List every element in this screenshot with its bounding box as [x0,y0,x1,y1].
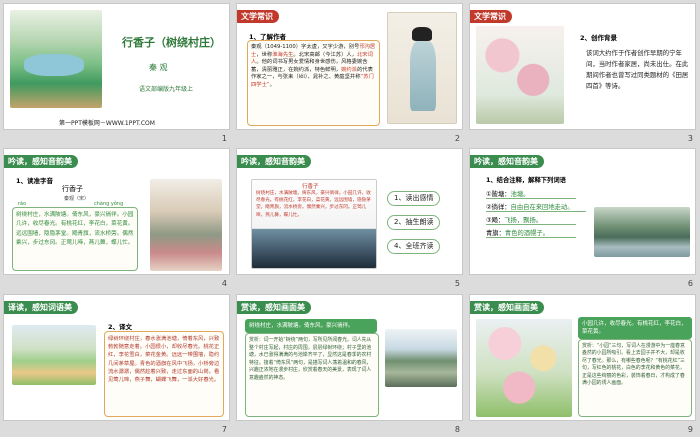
section-heading: 2、译文 [108,323,133,331]
screen-text: 树绕村庄，水满陂塘。倚东风，豪兴徜徉。小园几许，收尽春光。有桃花红，李花白，菜花… [256,191,371,218]
poem-screen-image: 行香子 树绕村庄，水满陂塘。倚东风，豪兴徜徉。小园几许，收尽春光。有桃花红，李花… [251,179,377,269]
poem-author: 秦观（宋） [64,196,90,202]
slide-canvas: 吟读，感知音韵美 1、结合注释，解释下列词语 ①陂塘：池塘。 ②徜徉：自由自在来… [469,148,696,275]
edition-text: 语文部编版九年级上 [139,86,194,93]
translation-text: 绿树环绕村庄，春水涨满池塘，倚着东风，兴致勃勃随意走着。小园很小，却收尽春光。桃… [108,336,220,384]
village-photo [385,329,457,387]
pond [24,54,84,76]
slide-canvas: 吟读，感知音韵美 1、读准字音 行香子 秦观（宋） ráo chàng yǒng… [3,148,230,275]
slide-thumbnail-2[interactable]: 文学常识 1、了解作者 秦观（1049-1100）字太虚，又字少游，别号邗沟居士… [233,0,466,145]
analysis-text: 赏析：“小园”三句，写词人在漫游中为一座春意盎然的小园所吸引。看上去园子并不大，… [582,343,685,387]
author-bio-box: 秦观（1049-1100）字太虚，又字少游，别号邗沟居士，世称淮海先生。北宋高邮… [247,40,380,126]
section-tag: 赏读，感知画面美 [237,301,311,314]
section-heading: 1、结合注释，解释下列词语 [486,177,566,184]
slide-canvas: 吟读，感知音韵美 行香子 树绕村庄，水满陂塘。倚东风，豪兴徜徉。小园几许，收尽春… [236,148,463,275]
slide-number: 4 [221,279,227,288]
class-reading-item: 4、全班齐读 [387,239,441,254]
slide-canvas: 文学常识 2、创作背景 该词大约作于作者创作早期的宁年间，当时作者家居，尚未出仕… [469,3,696,130]
slide-thumbnail-9[interactable]: 赏读，感知画面美 小园几许，收尽春光。有桃花红，李花白，菜花黄。 赏析：“小园”… [466,291,699,436]
slide-thumbnail-7[interactable]: 译读，感知词语美 2、译文 绿树环绕村庄，春水涨满池塘，倚着东风，兴致勃勃随意走… [0,291,233,436]
slide-thumbnail-1[interactable]: 行香子（树绕村庄） 秦 观 语文部编版九年级上 第一PPT模板网－WWW.1PP… [0,0,233,145]
analysis-box: 赏析：词一开始“树绕”两句，写所见所闻春光。词人先从整个村庄写起，村庄的周围，层… [245,333,379,417]
slide-canvas: 文学常识 1、了解作者 秦观（1049-1100）字太虚，又字少游，别号邗沟居士… [236,3,463,130]
section-heading: 2、创作背景 [580,34,618,42]
slide-canvas: 译读，感知词语美 2、译文 绿树环绕村庄，春水涨满池塘，倚着东风，兴致勃勃随意走… [3,294,230,421]
translation-box: 绿树环绕村庄，春水涨满池塘，倚着东风，兴致勃勃随意走着。小园很小，却收尽春光。桃… [104,331,224,417]
student-reading-item: 2、抽生朗读 [387,215,441,230]
section-heading: 1、读准字音 [16,177,54,185]
poem-box: 树绕村庄，水满陂塘。倚东风，豪兴徜徉。小园几许，收尽春光。有桃花红，李花白，菜花… [12,207,138,271]
definition-row-2: ②徜徉：自由自在来回地走动。 [486,202,586,212]
poem-text: 树绕村庄，水满陂塘。倚东风，豪兴徜徉。小园几许，收尽春光。有桃花红，李花白，菜花… [16,212,134,247]
countryside-painting [12,325,96,385]
slide-thumbnail-3[interactable]: 文学常识 2、创作背景 该词大约作于作者创作早期的宁年间，当时作者家居，尚未出仕… [466,0,699,145]
slide-sorter-grid: 行香子（树绕村庄） 秦 观 语文部编版九年级上 第一PPT模板网－WWW.1PP… [0,0,700,437]
section-tag: 吟读，感知音韵美 [470,155,544,168]
slide-number: 3 [687,134,693,143]
slide-thumbnail-8[interactable]: 赏读，感知画面美 树绕村庄，水满陂塘。倚东风，豪兴徜徉。 赏析：词一开始“树绕”… [233,291,466,436]
background-text: 该词大约作于作者创作早期的宁年间，当时作者家居，尚未出仕。在此期间作者也曾写过同… [586,49,689,90]
slide-number: 9 [687,425,693,434]
section-tag: 赏读，感知画面美 [470,301,544,314]
mountain-painting [150,179,222,271]
author-bio-text: 秦观（1049-1100）字太虚，又字少游，别号邗沟居士，世称淮海先生。北宋高邮… [251,44,376,88]
title-text: 行香子（树绕村庄） [122,36,221,49]
slide-number: 1 [221,134,227,143]
screen-title: 行香子 [302,184,319,190]
author-text: 秦 观 [149,63,168,72]
author-portrait [387,12,457,124]
slide-number: 2 [454,134,460,143]
section-tag: 文学常识 [470,10,512,23]
slide-canvas: 行香子（树绕村庄） 秦 观 语文部编版九年级上 第一PPT模板网－WWW.1PP… [3,3,230,130]
section-tag: 译读，感知词语美 [4,301,78,314]
section-tag: 文学常识 [237,10,279,23]
slide-number: 8 [454,425,460,434]
blossom-painting [476,26,564,124]
read-with-emotion-item: 1、读出感情 [387,191,441,206]
slide-thumbnail-6[interactable]: 吟读，感知音韵美 1、结合注释，解释下列词语 ①陂塘：池塘。 ②徜徉：自由自在来… [466,145,699,290]
analysis-text: 赏析：词一开始“树绕”两句，写所见所闻春光。词人先从整个村庄写起，村庄的周围，层… [249,337,372,381]
poem-title: 行香子 [62,185,83,193]
slide-number: 6 [687,279,693,288]
definition-row-3: ③飏：飞扬，飘扬。 [486,215,576,225]
footer-text: 第一PPT模板网－WWW.1PPT.COM [59,120,155,127]
definition-row-4: 青旗：青色的酒幌子。 [486,228,576,238]
water-village-photo [594,207,690,257]
section-tag: 吟读，感知音韵美 [4,155,78,168]
blossom-garden-photo [476,319,572,417]
definition-row-1: ①陂塘：池塘。 [486,189,576,199]
slide-canvas: 赏读，感知画面美 树绕村庄，水满陂塘。倚东风，豪兴徜徉。 赏析：词一开始“树绕”… [236,294,463,421]
slide-number: 5 [454,279,460,288]
poem-lines-box: 小园几许，收尽春光。有桃花红，李花白，菜花黄。 [578,317,692,339]
slide-thumbnail-5[interactable]: 吟读，感知音韵美 行香子 树绕村庄，水满陂塘。倚东风，豪兴徜徉。小园几许，收尽春… [233,145,466,290]
section-tag: 吟读，感知音韵美 [237,155,311,168]
poem-lines-box: 树绕村庄，水满陂塘。倚东风，豪兴徜徉。 [245,319,377,333]
slide-canvas: 赏读，感知画面美 小园几许，收尽春光。有桃花红，李花白，菜花黄。 赏析：“小园”… [469,294,696,421]
slide-number: 7 [221,425,227,434]
analysis-box: 赏析：“小园”三句，写词人在漫游中为一座春意盎然的小园所吸引。看上去园子并不大，… [578,339,692,417]
slide-thumbnail-4[interactable]: 吟读，感知音韵美 1、读准字音 行香子 秦观（宋） ráo chàng yǒng… [0,145,233,290]
